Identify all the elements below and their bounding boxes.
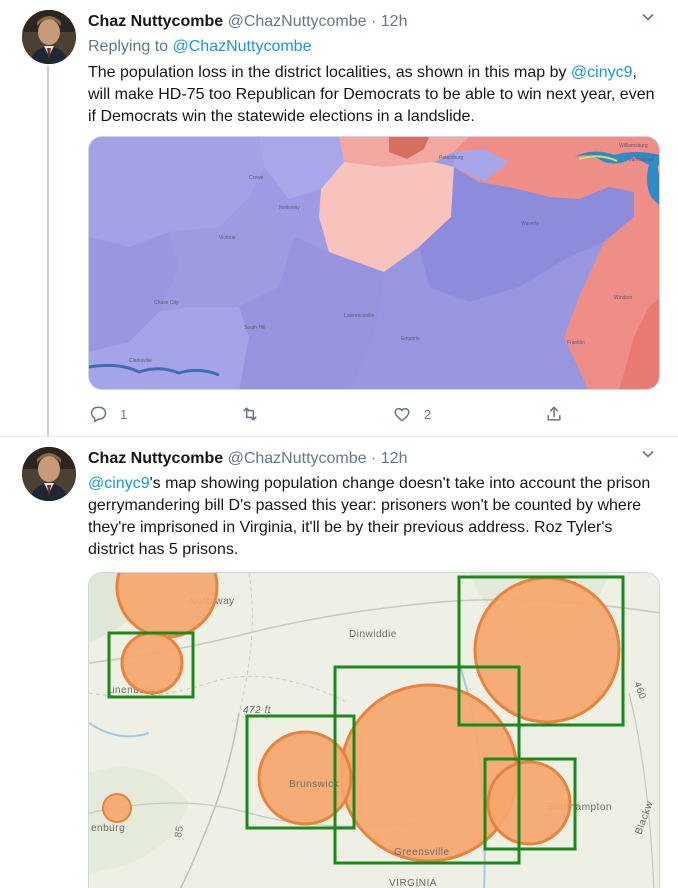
avatar-image <box>22 447 76 501</box>
map-image-prisons[interactable]: Nottoway Dinwiddie unenburg 472 ft South… <box>88 572 660 888</box>
map-label: 472 ft <box>243 705 272 716</box>
separator-dot: · <box>371 13 377 30</box>
tweet-text-part: 's map showing population change doesn't… <box>88 475 651 558</box>
tweet-text: The population loss in the district loca… <box>88 62 660 128</box>
prison-circle <box>257 730 353 826</box>
map-label: Jamestown <box>629 157 655 163</box>
map-label: Brunswick <box>289 779 340 790</box>
map-label: 85 <box>173 825 186 839</box>
map-label: Crewe <box>249 175 264 181</box>
map-label: Greensville <box>394 847 450 858</box>
prison-circle <box>102 793 132 823</box>
map-label: Waverly <box>521 221 539 227</box>
like-count: 2 <box>424 406 432 422</box>
thread-connector-line <box>47 66 49 436</box>
timestamp[interactable]: 12h <box>381 450 408 467</box>
like-button[interactable]: 2 <box>392 402 431 426</box>
tweet-1[interactable]: Chaz Nuttycombe @ChazNuttycombe · 12h Re… <box>0 0 678 436</box>
retweet-icon <box>243 407 257 421</box>
user-handle[interactable]: @ChazNuttycombe <box>228 450 367 467</box>
tweet-text: @cinyc9's map showing population change … <box>88 473 660 561</box>
mention-link[interactable]: @cinyc9 <box>571 64 633 81</box>
prison-circle <box>486 760 572 846</box>
map-label: Lawrenceville <box>344 313 375 319</box>
map-label: Windsor <box>614 295 633 301</box>
replying-to: Replying to @ChazNuttycombe <box>88 37 311 57</box>
separator-dot: · <box>371 450 377 467</box>
replying-to-label: Replying to <box>88 38 169 55</box>
tweet-actions: 1 2 <box>88 402 568 426</box>
map-label: Clarksville <box>129 358 152 364</box>
mention-link[interactable]: @cinyc9 <box>88 475 150 492</box>
population-change-map: Petersburg Williamsburg Jamestown Crewe … <box>89 137 659 389</box>
reply-button[interactable]: 1 <box>88 402 127 426</box>
tweet-2[interactable]: Chaz Nuttycombe @ChazNuttycombe · 12h @c… <box>0 437 678 888</box>
map-label: Dinwiddie <box>349 629 397 640</box>
display-name[interactable]: Chaz Nuttycombe <box>88 450 223 467</box>
user-handle[interactable]: @ChazNuttycombe <box>228 13 367 30</box>
chevron-down-icon[interactable] <box>640 446 656 462</box>
like-icon <box>394 407 410 422</box>
retweet-button[interactable] <box>240 402 272 426</box>
tweet-header: Chaz Nuttycombe @ChazNuttycombe · 12h <box>88 12 407 32</box>
tweet-header: Chaz Nuttycombe @ChazNuttycombe · 12h <box>88 449 407 469</box>
map-label: Chase City <box>154 300 179 306</box>
map-label: Victoria <box>219 235 236 241</box>
map-label: South Hill <box>244 325 265 331</box>
replying-to-handle[interactable]: @ChazNuttycombe <box>173 38 312 55</box>
share-icon <box>547 406 561 421</box>
map-image-population[interactable]: Petersburg Williamsburg Jamestown Crewe … <box>88 136 660 390</box>
map-label: Emporia <box>401 336 420 342</box>
map-label: Williamsburg <box>619 143 648 149</box>
prison-locations-map: Nottoway Dinwiddie unenburg 472 ft South… <box>89 573 659 888</box>
map-label: Petersburg <box>439 155 464 161</box>
avatar[interactable] <box>22 10 76 64</box>
map-label: enburg <box>91 823 125 834</box>
avatar-image <box>22 10 76 64</box>
map-label: VIRGINIA <box>389 878 437 888</box>
prison-circle <box>339 683 519 863</box>
prison-circle <box>473 576 621 724</box>
avatar[interactable] <box>22 447 76 501</box>
map-label: Nottoway <box>279 205 300 211</box>
reply-count: 1 <box>120 406 128 422</box>
reply-icon <box>90 406 107 423</box>
chevron-down-icon[interactable] <box>640 9 656 25</box>
share-button[interactable] <box>544 402 564 426</box>
map-label: Franklin <box>567 340 585 346</box>
display-name[interactable]: Chaz Nuttycombe <box>88 13 223 30</box>
timestamp[interactable]: 12h <box>381 13 408 30</box>
prison-circle <box>120 631 184 695</box>
tweet-text-part: The population loss in the district loca… <box>88 64 567 81</box>
